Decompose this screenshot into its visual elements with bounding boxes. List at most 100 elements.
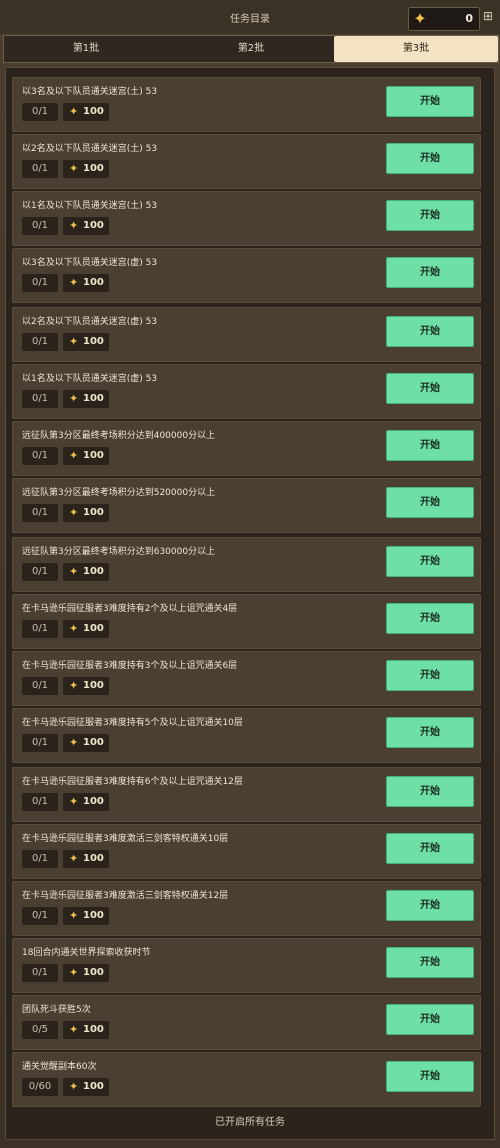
star-currency-icon: ✦ (69, 105, 79, 118)
start-button[interactable]: 开始 (386, 1004, 474, 1035)
task-progress: 0/1 (22, 447, 58, 465)
task-catalog-window: 任务目录 ✦ 0 ⊞ 第1批 第2批 第3批 以3名及以下队员通关迷宫(土) 5… (0, 0, 500, 1148)
star-currency-icon: ✦ (69, 679, 79, 692)
task-reward: ✦ 100 (63, 103, 109, 121)
task-reward: ✦ 100 (63, 274, 109, 292)
currency-amount: 0 (465, 12, 473, 25)
task-row: 在卡马逊乐园征服者3难度持有2个及以上诅咒通关4层 0/1 ✦ 100 开始 (12, 594, 481, 649)
start-button[interactable]: 开始 (386, 430, 474, 461)
task-row: 在卡马逊乐园征服者3难度激活三剑客特权通关10层 0/1 ✦ 100 开始 (12, 824, 481, 879)
footer-status: 已开启所有任务 (215, 1117, 285, 1128)
start-button[interactable]: 开始 (386, 833, 474, 864)
start-button[interactable]: 开始 (386, 717, 474, 748)
reward-amount: 100 (83, 737, 104, 748)
task-row: 在卡马逊乐园征服者3难度激活三剑客特权通关12层 0/1 ✦ 100 开始 (12, 881, 481, 936)
task-name: 通关觉醒副本60次 (22, 1062, 97, 1072)
start-button[interactable]: 开始 (386, 487, 474, 518)
task-progress: 0/1 (22, 734, 58, 752)
reward-amount: 100 (83, 336, 104, 347)
task-progress: 0/60 (22, 1078, 58, 1096)
start-button[interactable]: 开始 (386, 200, 474, 231)
star-currency-icon: ✦ (69, 795, 79, 808)
task-row: 以1名及以下队员通关迷宫(土) 53 0/1 ✦ 100 开始 (12, 191, 481, 246)
task-name: 在卡马逊乐园征服者3难度持有6个及以上诅咒通关12层 (22, 777, 243, 787)
task-name: 远征队第3分区最终考场积分达到630000分以上 (22, 547, 216, 557)
reward-amount: 100 (83, 967, 104, 978)
task-row: 远征队第3分区最终考场积分达到630000分以上 0/1 ✦ 100 开始 (12, 537, 481, 592)
start-button[interactable]: 开始 (386, 1061, 474, 1092)
reward-amount: 100 (83, 450, 104, 461)
task-name: 以1名及以下队员通关迷宫(土) 53 (22, 201, 158, 211)
task-reward: ✦ 100 (63, 850, 109, 868)
tab-batch-1[interactable]: 第1批 (4, 36, 168, 62)
task-reward: ✦ 100 (63, 1078, 109, 1096)
task-name: 在卡马逊乐园征服者3难度持有3个及以上诅咒通关6层 (22, 661, 238, 671)
start-button[interactable]: 开始 (386, 947, 474, 978)
task-row: 以3名及以下队员通关迷宫(虚) 53 0/1 ✦ 100 开始 (12, 248, 481, 303)
header-bar: 任务目录 ✦ 0 ⊞ (0, 0, 500, 34)
task-progress: 0/1 (22, 964, 58, 982)
start-button[interactable]: 开始 (386, 776, 474, 807)
task-progress: 0/1 (22, 217, 58, 235)
task-progress: 0/5 (22, 1021, 58, 1039)
reward-amount: 100 (83, 623, 104, 634)
task-reward: ✦ 100 (63, 907, 109, 925)
reward-amount: 100 (83, 507, 104, 518)
reward-amount: 100 (83, 163, 104, 174)
task-name: 在卡马逊乐园征服者3难度激活三剑客特权通关12层 (22, 891, 229, 901)
task-name: 18回合内通关世界探索收获时节 (22, 948, 151, 958)
task-reward: ✦ 100 (63, 734, 109, 752)
task-row: 以3名及以下队员通关迷宫(土) 53 0/1 ✦ 100 开始 (12, 77, 481, 132)
star-currency-icon: ✦ (69, 276, 79, 289)
start-button[interactable]: 开始 (386, 660, 474, 691)
tab-batch-3[interactable]: 第3批 (334, 36, 498, 62)
task-name: 在卡马逊乐园征服者3难度激活三剑客特权通关10层 (22, 834, 229, 844)
task-name: 以2名及以下队员通关迷宫(土) 53 (22, 144, 158, 154)
task-progress: 0/1 (22, 907, 58, 925)
start-button[interactable]: 开始 (386, 373, 474, 404)
start-button[interactable]: 开始 (386, 86, 474, 117)
task-reward: ✦ 100 (63, 793, 109, 811)
start-button[interactable]: 开始 (386, 890, 474, 921)
star-currency-icon: ✦ (69, 449, 79, 462)
star-currency-icon: ✦ (69, 909, 79, 922)
reward-amount: 100 (83, 796, 104, 807)
star-currency-icon: ✦ (69, 392, 79, 405)
start-button[interactable]: 开始 (386, 316, 474, 347)
task-reward: ✦ 100 (63, 333, 109, 351)
task-progress: 0/1 (22, 504, 58, 522)
task-row: 以2名及以下队员通关迷宫(虚) 53 0/1 ✦ 100 开始 (12, 307, 481, 362)
task-progress: 0/1 (22, 563, 58, 581)
star-currency-icon: ✦ (413, 9, 427, 28)
task-name: 以3名及以下队员通关迷宫(土) 53 (22, 87, 158, 97)
start-button[interactable]: 开始 (386, 546, 474, 577)
reward-amount: 100 (83, 853, 104, 864)
start-button[interactable]: 开始 (386, 257, 474, 288)
task-name: 以1名及以下队员通关迷宫(虚) 53 (22, 374, 158, 384)
task-progress: 0/1 (22, 333, 58, 351)
reward-amount: 100 (83, 220, 104, 231)
task-progress: 0/1 (22, 620, 58, 638)
task-reward: ✦ 100 (63, 217, 109, 235)
task-row: 18回合内通关世界探索收获时节 0/1 ✦ 100 开始 (12, 938, 481, 993)
gift-icon[interactable]: ⊞ (481, 9, 495, 25)
star-currency-icon: ✦ (69, 162, 79, 175)
start-button[interactable]: 开始 (386, 143, 474, 174)
task-row: 在卡马逊乐园征服者3难度持有6个及以上诅咒通关12层 0/1 ✦ 100 开始 (12, 767, 481, 822)
start-button[interactable]: 开始 (386, 603, 474, 634)
task-reward: ✦ 100 (63, 504, 109, 522)
reward-amount: 100 (83, 566, 104, 577)
tab-batch-2[interactable]: 第2批 (169, 36, 333, 62)
task-reward: ✦ 100 (63, 677, 109, 695)
task-reward: ✦ 100 (63, 390, 109, 408)
star-currency-icon: ✦ (69, 506, 79, 519)
task-name: 团队死斗获胜5次 (22, 1005, 91, 1015)
task-progress: 0/1 (22, 160, 58, 178)
task-name: 以3名及以下队员通关迷宫(虚) 53 (22, 258, 158, 268)
star-currency-icon: ✦ (69, 1080, 79, 1093)
star-currency-icon: ✦ (69, 565, 79, 578)
batch-tabs: 第1批 第2批 第3批 (3, 35, 499, 63)
star-currency-icon: ✦ (69, 1023, 79, 1036)
task-reward: ✦ 100 (63, 160, 109, 178)
star-currency-icon: ✦ (69, 335, 79, 348)
